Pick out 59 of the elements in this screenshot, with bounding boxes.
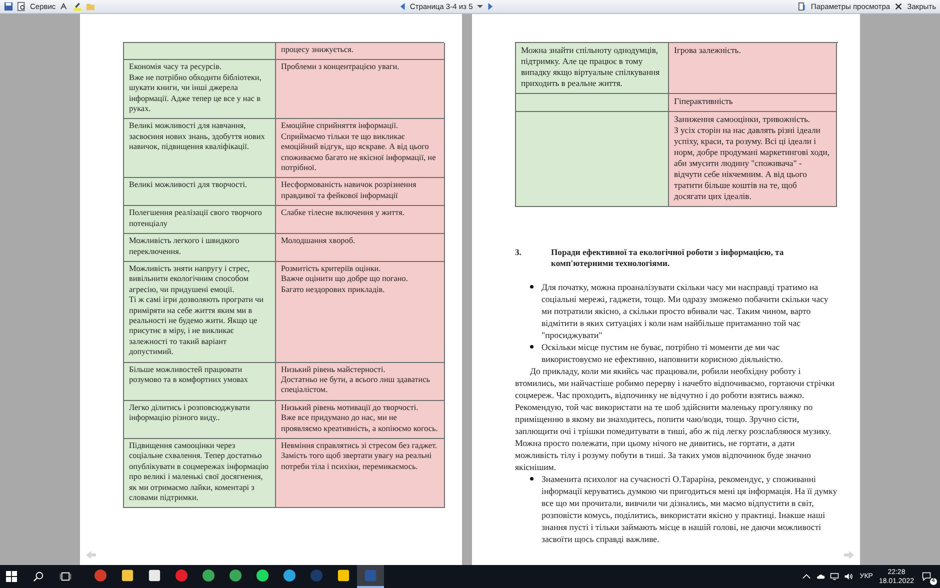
table-cell: Розмитість критеріїв оцінки. Важче оцінити що добре що погано. Багато нездорових прикладів.: [276, 262, 445, 363]
paragraph: До прикладу, коли ми якийсь час працювали, робили необхідну роботу і втомились, ми найчастіше робимо перерву і начебто відпочиваємо, гортаючи стрічки соцмереж. Час проходить, відпочинку не відчутно і до роботи взятись важко. Рекомендую, той час використати на те шоб здійснити маленьку прогулянку по приміщенню в якому ви знаходитесь, попити чаю/води, тощо. Зручно сісти, заплющити очі і трішки помедитувати в тиші, або ж під легку розслабляюся музику. Можна просто полежати, при цьому нічого не дивитись, не гортати, а дати можливість тілу і розуму побути в тиші. За таких умов відпочинок буде значно якіснішим.: [515, 365, 836, 473]
app-icon: [283, 569, 296, 582]
app-icon: [148, 569, 161, 582]
highlighter-icon[interactable]: [72, 2, 82, 11]
app-icon: [94, 569, 107, 582]
task-view-icon[interactable]: [60, 571, 71, 582]
table-cell: Можна знайти спільноту однодумців, підтримку. Але це працює в тому випадку якщо віртуальне спілкування приходить в реальне життя.: [516, 43, 669, 94]
table-cell: Більше можливостей працювати розумово та в комфортних умовах: [124, 362, 276, 401]
section-heading: Поради ефективної та екологічної роботи з інформацією, та комп'ютерними технологіями.: [551, 247, 785, 269]
bullet-paragraph: Оскільки місце пустим не буває, потрібно ті моменти де ми час використовуємо не ефективно, наповнити корисною діяльністю.: [542, 341, 784, 365]
cloud-icon[interactable]: [816, 572, 825, 581]
table-cell: Полегшення реалізації свого творчого потенціалу: [124, 206, 276, 234]
bullet-icon: [530, 285, 534, 288]
table-cell: Економія часу та ресурсів. Вже не потрібно обходити бібліотеки, шукати книги, чи інші джерела інформації. Адже тепер це все у нас в руках.: [124, 60, 276, 120]
chevron-up-icon[interactable]: [802, 572, 811, 581]
app-icon: [175, 569, 188, 582]
print-preview-icon[interactable]: [17, 2, 26, 11]
volume-icon[interactable]: [844, 572, 853, 581]
app-icon: [256, 569, 269, 582]
table-cell: Несформованість навичок розрізнення правдивої та фейкової інформації: [276, 178, 445, 206]
table-cell: Невміння справлятись зі стресом без гаджет. Замість того щоб звертати увагу на реальні потреби тіла і психіки, перемикаємось.: [276, 439, 445, 508]
table-cell: Ігрова залежність.: [669, 43, 837, 94]
next-page-icon[interactable]: [486, 3, 493, 10]
search-icon[interactable]: [33, 571, 44, 582]
app-icon: [310, 569, 323, 582]
table-cell: Проблеми з концентрацією уваги.: [276, 60, 445, 120]
previous-page-icon[interactable]: [400, 3, 406, 10]
bullet-icon: [530, 345, 534, 348]
table-cell: процесу знижується.: [276, 43, 445, 60]
save-icon[interactable]: [4, 2, 13, 11]
view-options-icon[interactable]: [798, 2, 807, 11]
chat-bubble-icon: [922, 572, 931, 581]
app-icon: [202, 569, 215, 582]
table-cell: Великі можливості для творчості.: [124, 178, 276, 206]
app-icon: [229, 569, 242, 582]
table-cell: Емоційне сприйняття інформації. Сприймаємо тільки те що викликає емоційний відгук, що яскраве. А від цього споживаємо багато не якісної інформації, не потрібної.: [276, 119, 445, 178]
app-icon: [364, 569, 377, 582]
section-number: 3.: [515, 247, 522, 259]
bullet-paragraph: Знаменита психолог на сучасності О.Тарарiна, рекомендує, у споживанні інформації керуватись думкою чи пригодиться мені ця інформація. На її думку все що ми прочитали, вивчили чи дізнались, ми маємо відпустити в світ, розповісти комусь, поділитись, використати якісно у практиці. Інакше наші знання пусті і тільки займають місце в нашій голові, не даючи можливості засвоїти щось справді важливе.: [542, 473, 838, 545]
table-cell: Слабке тілесне включення у життя.: [276, 206, 445, 234]
table-cell: Низький рівень мотивації до творчості. Вже все придумано до нас, ми не проявляємо креативність, а копіюємо когось.: [276, 400, 445, 439]
table-cell: Молодшання хвороб.: [276, 234, 445, 262]
table-cell: Низький рівень майстерності. Достатньо не бути, а всього лиш здаватись спеціалістом.: [276, 362, 445, 401]
bullet-icon: [530, 477, 534, 480]
table-cell: Заниження самооцінки, тривожність. З усіх сторін на нас давлять різні ідеали успіху, краси, та розуму. Всі ці ідеали і норм, добре продумані маркетингові ходи, аби змусити людину "споживача" - відчути себе нікчемним. А від цього тратити більше коштів на те, щоб досягати цих ідеалів.: [669, 112, 837, 207]
table-cell: Гіперактивність: [669, 94, 837, 112]
table-cell: Легко ділитись і розповсюджувати інформацію різного виду..: [124, 400, 276, 439]
table-cell: Можливість легкого і швидкого переключення.: [124, 234, 276, 262]
app-icon: [121, 569, 134, 582]
close-icon[interactable]: [894, 2, 904, 11]
app-icon: [337, 569, 350, 582]
spelling-icon[interactable]: [60, 2, 69, 11]
caret-icon[interactable]: [476, 3, 483, 10]
windows-start-icon[interactable]: [6, 571, 17, 582]
table-cell: Підвищення самооцінки через соціальне схвалення. Тепер достатньо опублікувати в соцмережах інформацію про великі і маленькі свої досягнення, як ми отримаємо лайки, коментарі з словами підтримки.: [124, 439, 276, 508]
table-cell: Можливість зняти напругу і стрес, вивільнити екологічним способом агресію, чи придушені емоції. Ті ж самі ігри дозволяють програти чи приміряти на себе життя яким ми в реальності не будемо жити. Якщо це присутнє в міру, і не викликає залежності то такий варіант допустимий.: [124, 262, 276, 363]
table-cell: Великі можливості для навчання, засвоєння нових знань, здобуття нових навичок, підвищення кваліфікації.: [124, 119, 276, 178]
bullet-paragraph: Для початку, можна проаналізувати скільки часу ми насправді тратимо на соціальні мережі, гаджети, тощо. Ми одразу зможемо побачити скільки часу ми потратили якісно, а скільки просто вбивали час. Таким чином, варто відмітити в яких ситуаціях і коли нам найбільше притаманно той час "просиджувати": [542, 281, 830, 341]
